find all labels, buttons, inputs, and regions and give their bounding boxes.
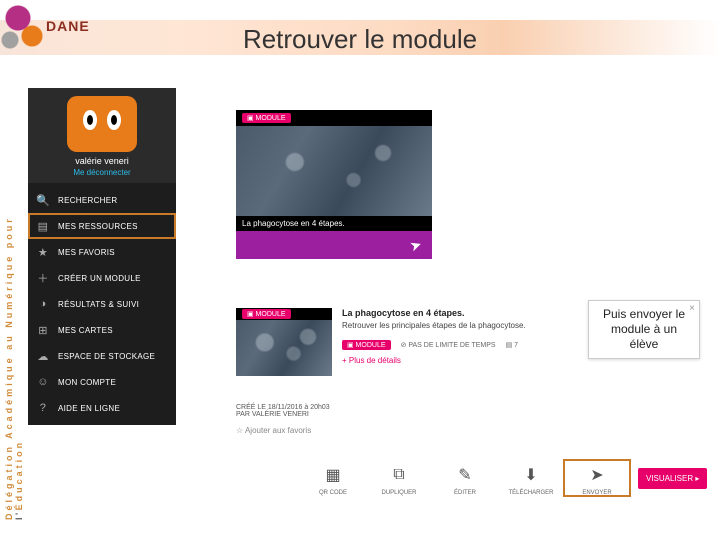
sidebar-item-label: AIDE EN LIGNE <box>58 404 120 413</box>
module-badge: ▣ MODULE <box>342 340 391 350</box>
star-icon: ★ <box>36 245 50 259</box>
sidebar-item-label: MES FAVORIS <box>58 248 115 257</box>
sidebar-item-label: MES CARTES <box>58 326 113 335</box>
qrcode-icon: ▦ <box>300 460 366 490</box>
logout-link[interactable]: Me déconnecter <box>28 168 176 177</box>
module-thumbnail <box>236 126 432 216</box>
visualiser-button[interactable]: VISUALISER ▸ <box>638 468 707 489</box>
action-edit[interactable]: ✎ÉDITER <box>432 460 498 496</box>
sidebar-item-cartes[interactable]: ⊞ MES CARTES <box>28 317 176 343</box>
action-download[interactable]: ⬇TÉLÉCHARGER <box>498 460 564 496</box>
slide: DANE Retrouver le module Délégation Acad… <box>0 0 720 540</box>
help-icon: ? <box>36 401 50 415</box>
profile-name: valérie veneri <box>28 156 176 166</box>
created-by: PAR VALÉRIE VENERI <box>236 411 632 418</box>
sidebar-item-resultats[interactable]: ◑ RÉSULTATS & SUIVI <box>28 291 176 317</box>
action-label: DUPLIQUER <box>366 490 432 496</box>
action-label: ENVOYER <box>564 490 630 496</box>
sidebar: valérie veneri Me déconnecter 🔍 RECHERCHE… <box>28 88 176 425</box>
sidebar-item-label: MON COMPTE <box>58 378 116 387</box>
plus-icon: ＋ <box>36 271 50 285</box>
action-label: TÉLÉCHARGER <box>498 490 564 496</box>
sidebar-item-creer-module[interactable]: ＋ CRÉER UN MODULE <box>28 265 176 291</box>
send-icon: ➤ <box>564 460 630 490</box>
created-date: CRÉÉ LE 18/11/2016 à 20h03 <box>236 404 632 411</box>
header: DANE Retrouver le module <box>0 0 720 56</box>
list-icon: ▤ <box>36 219 50 233</box>
search-icon: 🔍 <box>36 193 50 207</box>
avatar-eye <box>107 110 121 130</box>
sidebar-item-aide[interactable]: ? AIDE EN LIGNE <box>28 395 176 421</box>
nav: 🔍 RECHERCHER ▤ MES RESSOURCES ★ MES FAVORIS… <box>28 183 176 425</box>
module-badge-bar: ▣ MODULE <box>236 110 432 126</box>
user-icon: ☺ <box>36 375 50 389</box>
add-favorite-link[interactable]: ☆ Ajouter aux favoris <box>236 426 632 435</box>
action-label: QR CODE <box>300 490 366 496</box>
cloud-icon: ☁ <box>36 349 50 363</box>
grid-icon: ⊞ <box>36 323 50 337</box>
pencil-icon: ✎ <box>432 460 498 490</box>
tooltip-send: × Puis envoyer le module à un élève <box>588 300 700 359</box>
module-thumbnail <box>236 320 332 376</box>
avatar-eye <box>83 110 97 130</box>
sidebar-item-label: RECHERCHER <box>58 196 117 205</box>
sidebar-item-rechercher[interactable]: 🔍 RECHERCHER <box>28 187 176 213</box>
sidebar-item-label: MES RESSOURCES <box>58 222 138 231</box>
action-label: ÉDITER <box>432 490 498 496</box>
sidebar-item-favoris[interactable]: ★ MES FAVORIS <box>28 239 176 265</box>
action-send[interactable]: ➤ENVOYER <box>564 460 630 496</box>
vertical-caption: Délégation Académique au Numérique pour … <box>4 160 24 520</box>
action-bar: ▦QR CODE ⧉DUPLIQUER ✎ÉDITER ⬇TÉLÉCHARGER… <box>300 460 720 496</box>
sidebar-item-label: ESPACE DE STOCKAGE <box>58 352 155 361</box>
duplicate-icon: ⧉ <box>366 460 432 490</box>
time-limit: ⊘ PAS DE LIMITE DE TEMPS <box>401 341 496 349</box>
module-title: La phagocytose en 4 étapes. <box>236 216 432 231</box>
module-card[interactable]: ▣ MODULE La phagocytose en 4 étapes. ➤ <box>236 110 432 259</box>
action-qrcode[interactable]: ▦QR CODE <box>300 460 366 496</box>
page-count: ▤ 7 <box>506 341 518 349</box>
page-title: Retrouver le module <box>0 24 720 55</box>
sidebar-item-label: CRÉER UN MODULE <box>58 274 141 283</box>
sidebar-item-mes-ressources[interactable]: ▤ MES RESSOURCES <box>28 213 176 239</box>
action-duplicate[interactable]: ⧉DUPLIQUER <box>366 460 432 496</box>
download-icon: ⬇ <box>498 460 564 490</box>
module-thumb-small[interactable]: ▣ MODULE <box>236 308 332 376</box>
profile-block: valérie veneri Me déconnecter <box>28 88 176 183</box>
avatar <box>67 96 137 152</box>
send-icon: ➤ <box>408 235 425 255</box>
module-badge: ▣ MODULE <box>242 113 291 123</box>
sidebar-item-label: RÉSULTATS & SUIVI <box>58 300 139 309</box>
sidebar-item-compte[interactable]: ☺ MON COMPTE <box>28 369 176 395</box>
module-detail: ▣ MODULE La phagocytose en 4 étapes. Ret… <box>236 308 632 435</box>
chart-icon: ◑ <box>36 297 50 311</box>
sidebar-item-stockage[interactable]: ☁ ESPACE DE STOCKAGE <box>28 343 176 369</box>
close-icon[interactable]: × <box>689 303 695 316</box>
module-badge: ▣ MODULE <box>242 309 291 319</box>
module-action-bar: ➤ <box>236 231 432 259</box>
